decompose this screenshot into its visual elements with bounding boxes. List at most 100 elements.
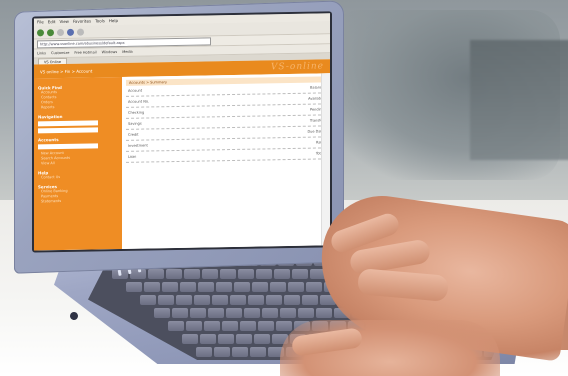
site-logo: VS-online xyxy=(270,61,324,73)
sidebar-item[interactable]: Reports xyxy=(41,104,118,110)
keyboard-key xyxy=(154,308,170,318)
main-content: Accounts > Summary Account Balance Accoun… xyxy=(122,73,330,249)
keyboard-key xyxy=(288,282,304,292)
keyboard-key xyxy=(184,269,200,279)
keyboard-key xyxy=(266,295,282,305)
keyboard-key xyxy=(292,269,308,279)
keyboard-key xyxy=(238,269,254,279)
home-button[interactable] xyxy=(77,28,84,36)
row-label: Checking xyxy=(128,110,145,115)
keyboard-key xyxy=(208,308,224,318)
keyboard-key xyxy=(240,321,256,331)
links-item[interactable]: Windows xyxy=(102,50,118,54)
back-button[interactable] xyxy=(37,28,44,36)
keyboard-key xyxy=(214,347,230,357)
sidebar-item[interactable]: Statements xyxy=(41,198,118,204)
sidebar: Quick Find Accounts Contacts Orders Repo… xyxy=(34,76,122,251)
keyboard-key xyxy=(248,295,264,305)
menu-help[interactable]: Help xyxy=(109,17,118,25)
keyboard-key xyxy=(198,282,214,292)
row-label: Account No. xyxy=(128,99,150,104)
keyboard-key xyxy=(280,308,296,318)
keyboard-key xyxy=(212,295,228,305)
page-scrollbar[interactable] xyxy=(321,73,330,246)
links-item[interactable]: Media xyxy=(122,50,133,54)
row-label: Credit xyxy=(128,132,139,137)
sidebar-select[interactable] xyxy=(38,127,98,134)
keyboard-key xyxy=(244,308,260,318)
keyboard-key xyxy=(306,282,322,292)
keyboard-key xyxy=(204,321,220,331)
keyboard-key xyxy=(284,295,300,305)
keyboard-key xyxy=(270,282,286,292)
keyboard-key xyxy=(172,308,188,318)
keyboard-key xyxy=(218,334,234,344)
keyboard-key xyxy=(158,295,174,305)
sidebar-search-input[interactable] xyxy=(38,120,98,127)
keyboard-key xyxy=(222,321,238,331)
keyboard-key xyxy=(186,321,202,331)
browser-window: File Edit View Favorites Tools Help http… xyxy=(34,13,330,251)
breadcrumb: VS online > Fin > Account xyxy=(40,67,93,74)
keyboard-key xyxy=(148,269,164,279)
keyboard-key xyxy=(298,308,314,318)
links-item[interactable]: Links xyxy=(37,51,46,55)
keyboard-key xyxy=(182,334,198,344)
menu-favorites[interactable]: Favorites xyxy=(73,17,91,25)
keyboard-key xyxy=(232,347,248,357)
content-row: Loan Total xyxy=(126,148,326,163)
laptop-screen: File Edit View Favorites Tools Help http… xyxy=(32,11,332,253)
links-item[interactable]: Free Hotmail xyxy=(74,50,96,54)
stop-button[interactable] xyxy=(57,28,64,36)
menu-edit[interactable]: Edit xyxy=(48,18,56,26)
keyboard-key xyxy=(168,321,184,331)
row-label: Investment xyxy=(128,143,148,148)
web-page: VS online > Fin > Account VS-online Quic… xyxy=(34,59,330,251)
keyboard-key xyxy=(258,321,274,331)
keyboard-key xyxy=(166,269,182,279)
keyboard-key xyxy=(252,282,268,292)
page-body: Quick Find Accounts Contacts Orders Repo… xyxy=(34,73,330,251)
keyboard-key xyxy=(230,295,246,305)
keyboard-key xyxy=(316,308,332,318)
background-object xyxy=(470,40,568,160)
keyboard-key xyxy=(194,295,210,305)
row-label: Loan xyxy=(128,154,137,159)
keyboard-key xyxy=(202,269,218,279)
sidebar-item[interactable]: Contact Us xyxy=(41,174,118,180)
sidebar-account-input[interactable] xyxy=(38,143,98,150)
laptop-lid: File Edit View Favorites Tools Help http… xyxy=(14,0,344,274)
keyboard-key xyxy=(126,282,142,292)
keyboard-key xyxy=(176,295,192,305)
refresh-button[interactable] xyxy=(67,28,74,36)
keyboard-key xyxy=(250,347,266,357)
keyboard-key xyxy=(226,308,242,318)
sidebar-section-title: Accounts xyxy=(38,137,59,143)
keyboard-key xyxy=(234,282,250,292)
photo-scene: File Edit View Favorites Tools Help http… xyxy=(0,0,568,376)
keyboard-key xyxy=(190,308,206,318)
keyboard-key xyxy=(140,295,156,305)
keyboard-key xyxy=(254,334,270,344)
keyboard-key xyxy=(256,269,272,279)
menu-view[interactable]: View xyxy=(59,18,69,26)
links-item[interactable]: Customize xyxy=(51,51,69,55)
keyboard-key xyxy=(216,282,232,292)
keyboard-key xyxy=(276,321,292,331)
keyboard-key xyxy=(274,269,290,279)
forward-button[interactable] xyxy=(47,28,54,36)
keyboard-key xyxy=(220,269,236,279)
menu-file[interactable]: File xyxy=(37,18,44,26)
menu-tools[interactable]: Tools xyxy=(95,17,105,25)
keyboard-key xyxy=(236,334,252,344)
keyboard-key xyxy=(162,282,178,292)
status-led xyxy=(117,269,122,276)
keyboard-key xyxy=(144,282,160,292)
keyboard-key xyxy=(200,334,216,344)
keyboard-key xyxy=(180,282,196,292)
row-label: Account xyxy=(128,88,143,93)
row-label: Savings xyxy=(128,121,142,126)
keyboard-key xyxy=(262,308,278,318)
sidebar-item[interactable]: View All xyxy=(41,160,118,166)
keyboard-key xyxy=(302,295,318,305)
